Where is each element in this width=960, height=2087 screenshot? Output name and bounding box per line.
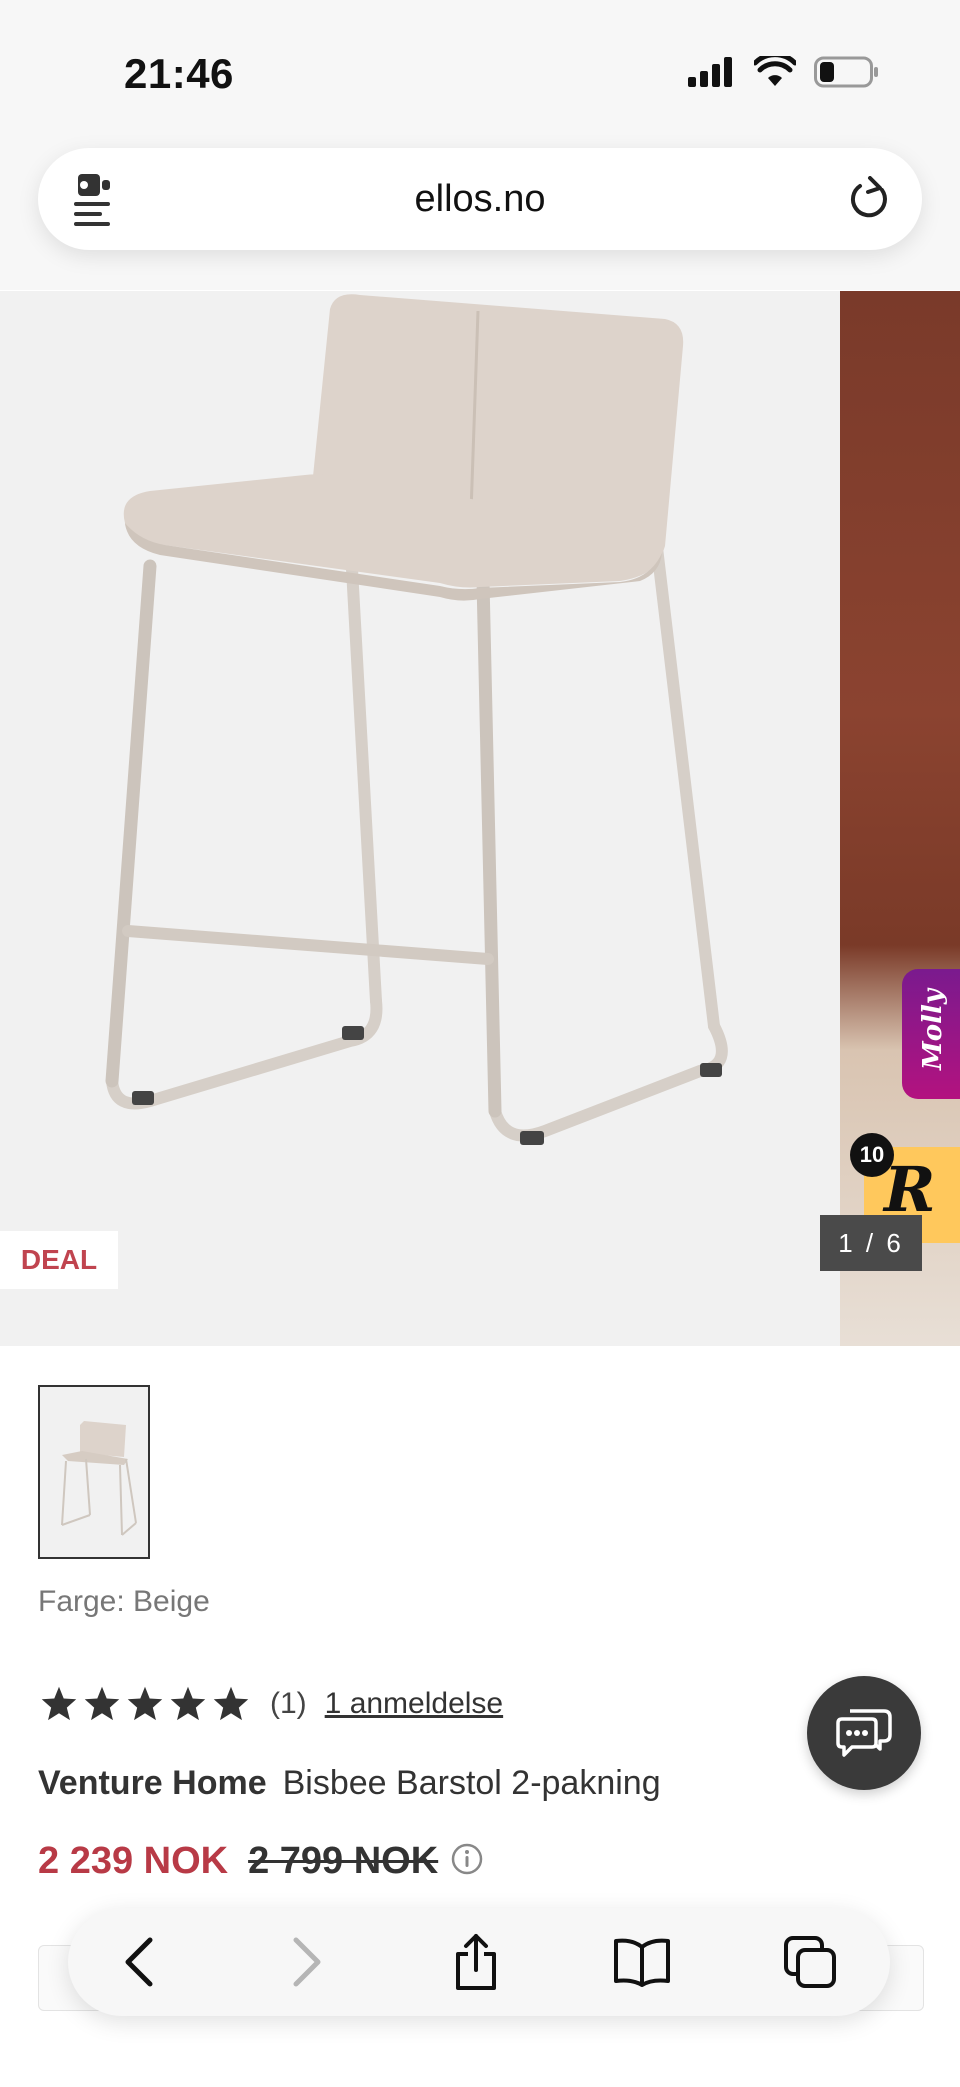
wifi-icon bbox=[752, 52, 798, 93]
chat-icon bbox=[836, 1709, 892, 1757]
chat-button[interactable] bbox=[807, 1676, 921, 1790]
original-price: 2 799 NOK bbox=[248, 1840, 439, 1882]
rating-row: (1) 1 anmeldelse bbox=[40, 1686, 503, 1722]
review-count: (1) bbox=[270, 1687, 307, 1720]
forward-icon[interactable] bbox=[276, 1932, 336, 1992]
battery-icon bbox=[814, 56, 880, 93]
thumbnail-selected[interactable] bbox=[38, 1385, 150, 1559]
back-icon[interactable] bbox=[110, 1932, 170, 1992]
browser-bar: ellos.no bbox=[0, 140, 960, 290]
star-icon bbox=[127, 1686, 163, 1721]
browser-toolbar bbox=[68, 1908, 890, 2016]
product-title: Venture Home Bisbee Barstol 2-pakning bbox=[38, 1764, 661, 1803]
color-label: Farge: Beige bbox=[38, 1585, 210, 1618]
thumbnail-image bbox=[61, 1421, 137, 1536]
brand-name[interactable]: Venture Home bbox=[38, 1764, 267, 1802]
star-icon bbox=[84, 1686, 120, 1721]
share-icon[interactable] bbox=[446, 1932, 506, 1992]
molly-label: Molly bbox=[918, 989, 948, 1070]
price-row: 2 239 NOK 2 799 NOK bbox=[38, 1840, 484, 1883]
molly-tab[interactable]: Molly bbox=[902, 969, 960, 1099]
product-image-gallery[interactable]: Molly R 10 DEAL 1 / 6 bbox=[0, 291, 960, 1346]
star-rating bbox=[40, 1686, 250, 1722]
address-bar[interactable]: ellos.no bbox=[38, 148, 922, 250]
product-image bbox=[0, 291, 840, 1346]
signal-icon bbox=[688, 57, 736, 92]
star-icon bbox=[41, 1686, 77, 1721]
url-text: ellos.no bbox=[414, 178, 546, 220]
sale-price: 2 239 NOK bbox=[38, 1840, 229, 1882]
deal-badge: DEAL bbox=[0, 1231, 118, 1289]
reviews-link[interactable]: 1 anmeldelse bbox=[325, 1687, 503, 1721]
status-bar: 21:46 bbox=[0, 0, 960, 140]
tabs-icon[interactable] bbox=[780, 1932, 840, 1992]
reload-icon[interactable] bbox=[848, 176, 892, 227]
info-icon[interactable] bbox=[450, 1842, 484, 1881]
status-time: 21:46 bbox=[124, 50, 234, 97]
status-icons bbox=[688, 52, 880, 93]
star-icon bbox=[170, 1686, 206, 1721]
rewards-badge: 10 bbox=[850, 1133, 894, 1177]
image-counter: 1 / 6 bbox=[820, 1215, 922, 1271]
product-name: Bisbee Barstol 2-pakning bbox=[282, 1764, 661, 1802]
bookmarks-icon[interactable] bbox=[612, 1932, 672, 1992]
star-icon bbox=[213, 1686, 249, 1721]
